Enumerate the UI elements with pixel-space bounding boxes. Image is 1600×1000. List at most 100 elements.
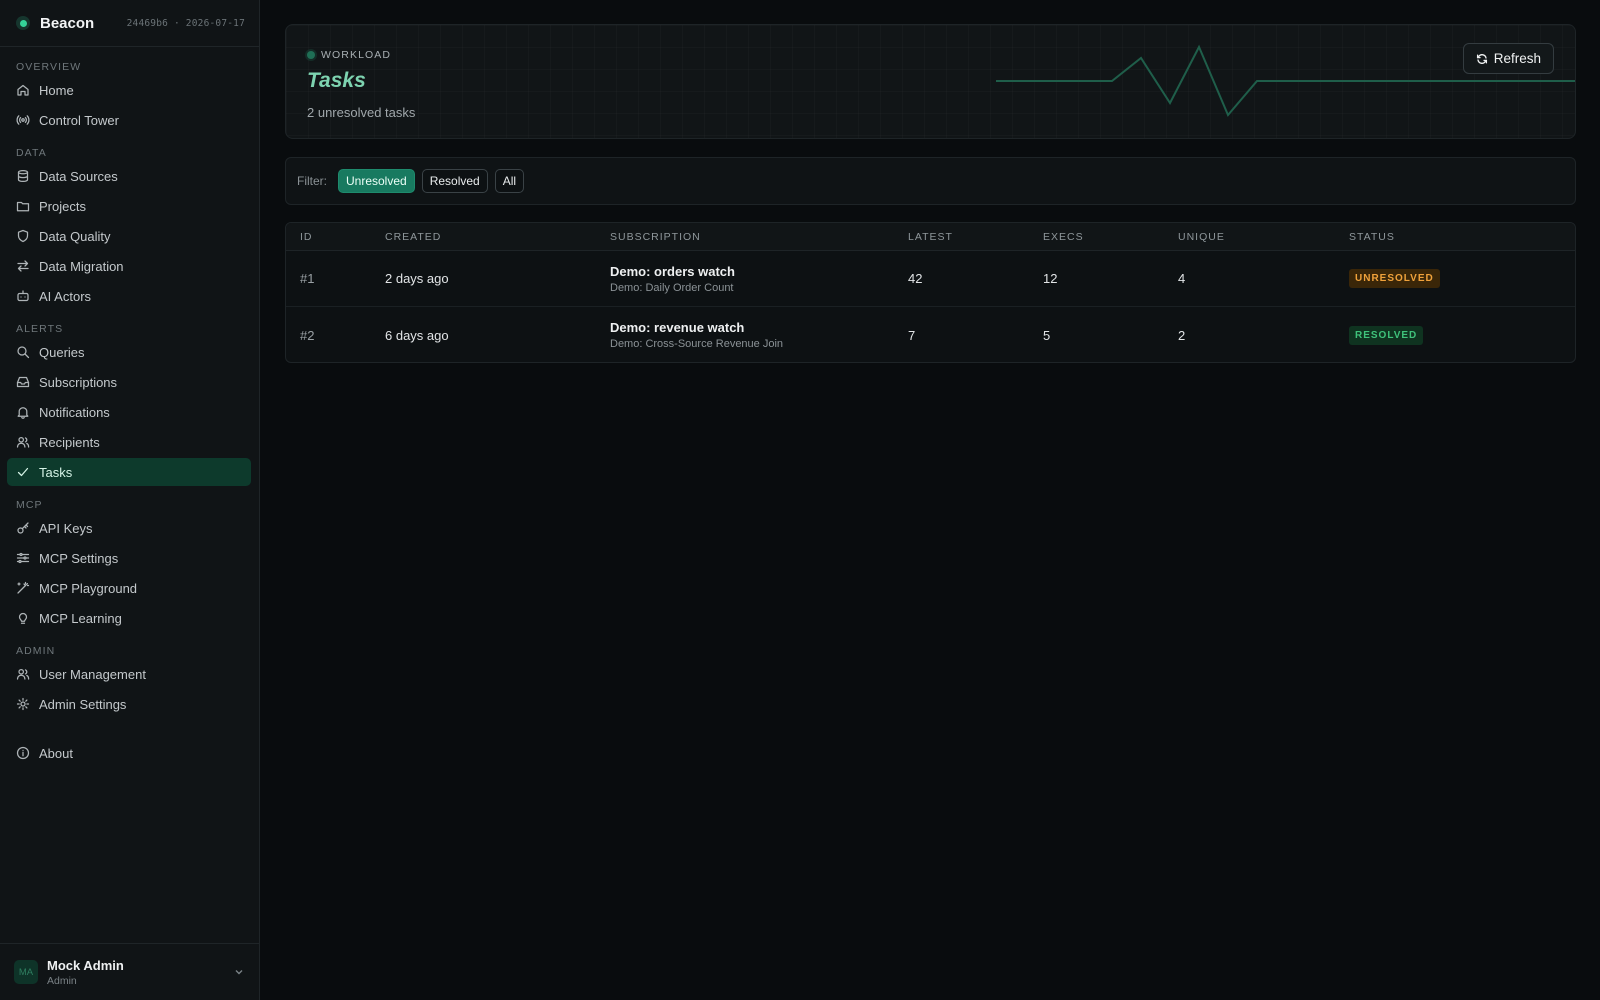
users-icon [16, 436, 30, 448]
task-status: RESOLVED [1349, 325, 1575, 345]
subscription-name[interactable]: Demo: revenue watch [610, 320, 908, 335]
check-icon [17, 467, 29, 477]
subscription-name[interactable]: Demo: orders watch [610, 264, 908, 279]
nav-section-label: DATA [16, 147, 47, 159]
sidebar-item-label: Control Tower [39, 112, 119, 128]
sidebar-item-label: Data Sources [39, 168, 118, 184]
inbox-icon [16, 376, 30, 388]
task-unique: 2 [1178, 327, 1186, 343]
sidebar-item-label: Projects [39, 198, 86, 214]
broadcast-icon [16, 115, 30, 125]
column-header-latest[interactable]: LATEST [908, 231, 1043, 243]
user-role: Admin [47, 974, 77, 987]
chevron-down-icon[interactable] [233, 966, 245, 978]
column-header-id[interactable]: ID [286, 231, 385, 243]
users-icon [16, 668, 30, 680]
column-header-subscription[interactable]: SUBSCRIPTION [610, 231, 908, 243]
sidebar-item-subscriptions[interactable]: Subscriptions [7, 368, 251, 396]
brand-name: Beacon [40, 14, 95, 32]
nav-section-label: OVERVIEW [16, 61, 82, 73]
filter-bar: Filter: Unresolved Resolved All [285, 157, 1576, 205]
sidebar-item-admin-settings[interactable]: Admin Settings [7, 690, 251, 718]
brand-header: Beacon 24469b6 · 2026-07-17 [0, 0, 259, 47]
sidebar-item-label: Data Quality [39, 228, 111, 244]
sidebar-item-label: MCP Playground [39, 580, 138, 596]
activity-sparkline [996, 44, 1575, 117]
sidebar-item-queries[interactable]: Queries [7, 338, 251, 366]
sidebar-item-mcp-learning[interactable]: MCP Learning [7, 604, 251, 632]
nav-section-label: ADMIN [16, 645, 56, 657]
status-badge: UNRESOLVED [1349, 269, 1440, 288]
sidebar-item-api-keys[interactable]: API Keys [7, 514, 251, 542]
table-header: ID CREATED SUBSCRIPTION LATEST EXECS UNI… [286, 223, 1575, 251]
sidebar-item-control-tower[interactable]: Control Tower [7, 106, 251, 134]
column-header-execs[interactable]: EXECS [1043, 231, 1178, 243]
database-icon [17, 169, 29, 183]
task-id: #2 [300, 327, 315, 343]
filter-resolved[interactable]: Resolved [421, 169, 488, 193]
sidebar-item-label: Home [39, 82, 74, 98]
page-header-card: WORKLOAD Tasks 2 unresolved tasks Refres… [285, 24, 1576, 139]
sidebar-item-ai-actors[interactable]: AI Actors [7, 282, 251, 310]
wand-icon [17, 581, 30, 594]
home-icon [17, 84, 29, 96]
brand-logo-icon [16, 16, 30, 30]
column-header-created[interactable]: CREATED [385, 231, 610, 243]
refresh-button[interactable]: Refresh [1462, 43, 1554, 74]
sidebar-item-data-sources[interactable]: Data Sources [7, 162, 251, 190]
refresh-icon [1476, 53, 1487, 64]
sidebar-item-projects[interactable]: Projects [7, 192, 251, 220]
page-eyebrow: WORKLOAD [307, 49, 391, 61]
sidebar-item-label: AI Actors [39, 288, 92, 304]
task-execs: 12 [1043, 271, 1058, 286]
sidebar-item-about[interactable]: About [7, 739, 251, 767]
filter-label: Filter: [297, 174, 327, 188]
subscription-query: Demo: Daily Order Count [610, 281, 734, 294]
sidebar-item-mcp-settings[interactable]: MCP Settings [7, 544, 251, 572]
key-icon [17, 522, 29, 534]
task-created: 2 days ago [385, 271, 449, 286]
sidebar-item-home[interactable]: Home [7, 76, 251, 104]
build-version: 24469b6 · 2026-07-17 [126, 17, 245, 29]
sidebar-item-label: About [39, 745, 73, 761]
sidebar-item-recipients[interactable]: Recipients [7, 428, 251, 456]
search-icon [17, 346, 30, 359]
sidebar-item-label: API Keys [39, 520, 93, 536]
sidebar-item-label: Admin Settings [39, 696, 127, 712]
sidebar-item-label: Queries [39, 344, 85, 360]
sidebar-item-tasks[interactable]: Tasks [7, 458, 251, 486]
filter-all[interactable]: All [494, 169, 525, 193]
nav-section-label: MCP [16, 499, 43, 511]
task-execs: 5 [1043, 327, 1051, 343]
sidebar-item-data-quality[interactable]: Data Quality [7, 222, 251, 250]
column-header-unique[interactable]: UNIQUE [1178, 231, 1349, 243]
table-row[interactable]: #1 2 days ago Demo: orders watch Demo: D… [286, 251, 1575, 307]
eyebrow-label: WORKLOAD [321, 49, 392, 61]
task-latest: 42 [908, 271, 923, 286]
sidebar-item-mcp-playground[interactable]: MCP Playground [7, 574, 251, 602]
sidebar: Beacon 24469b6 · 2026-07-17 OVERVIEW Home… [0, 0, 260, 1000]
task-subscription: Demo: revenue watch Demo: Cross-Source R… [610, 320, 908, 350]
table-row[interactable]: #2 6 days ago Demo: revenue watch Demo: … [286, 307, 1575, 362]
page-title: Tasks [307, 69, 366, 92]
sidebar-item-label: User Management [39, 666, 146, 682]
user-menu[interactable]: MA Mock Admin Admin [0, 943, 259, 1000]
sidebar-item-label: Recipients [39, 434, 100, 450]
task-id: #1 [300, 271, 315, 286]
sidebar-item-user-management[interactable]: User Management [7, 660, 251, 688]
main-content: WORKLOAD Tasks 2 unresolved tasks Refres… [260, 0, 1600, 1000]
sidebar-item-data-migration[interactable]: Data Migration [7, 252, 251, 280]
refresh-label: Refresh [1493, 51, 1541, 66]
filter-unresolved[interactable]: Unresolved [338, 169, 415, 193]
column-header-status[interactable]: STATUS [1349, 231, 1575, 243]
nav-section-label: ALERTS [16, 323, 64, 335]
task-unique: 4 [1178, 271, 1186, 286]
subscription-query: Demo: Cross-Source Revenue Join [610, 338, 784, 350]
status-dot-icon [307, 51, 315, 59]
sidebar-item-notifications[interactable]: Notifications [7, 398, 251, 426]
folder-icon [16, 201, 30, 212]
sidebar-item-label: Notifications [39, 404, 110, 420]
task-subscription: Demo: orders watch Demo: Daily Order Cou… [610, 264, 908, 294]
shield-icon [17, 229, 29, 243]
status-badge: RESOLVED [1349, 325, 1424, 345]
